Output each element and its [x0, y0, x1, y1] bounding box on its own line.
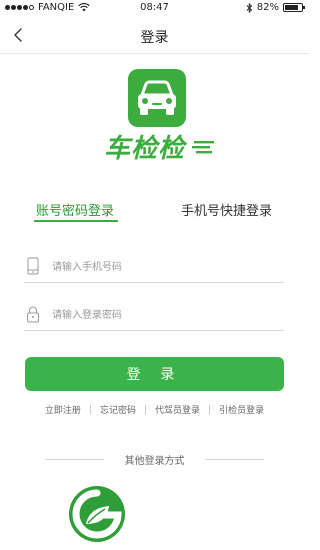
link-separator: | — [88, 404, 92, 415]
battery-icon — [283, 3, 305, 12]
page-title: 登录 — [140, 30, 169, 46]
battery-level-fill — [285, 5, 299, 10]
app-name: 车检检 — [104, 134, 186, 164]
other-login-divider: 其他登录方式 — [0, 452, 309, 467]
tab-account-password-login[interactable]: 账号密码登录 — [36, 200, 114, 219]
password-field — [24, 301, 284, 331]
forgot-password-link[interactable]: 忘记密码 — [95, 403, 141, 416]
login-button[interactable]: 登 录 — [25, 357, 284, 391]
phone-input[interactable] — [52, 257, 280, 277]
bluetooth-icon — [246, 2, 252, 13]
lock-icon — [27, 306, 39, 323]
app-logo-icon — [128, 69, 186, 127]
status-bar: FANQIE 08:47 82% — [0, 0, 309, 16]
divider-line-right — [206, 459, 264, 460]
link-separator: | — [143, 404, 148, 415]
register-link[interactable]: 立即注册 — [40, 403, 86, 416]
nav-bar: 登录 — [0, 18, 309, 54]
driver-login-link[interactable]: 代驾员登录 — [150, 403, 205, 416]
app-name-logo: 车检检 — [104, 128, 216, 164]
speed-lines-icon — [192, 141, 214, 154]
phone-icon — [27, 257, 39, 275]
inspector-login-link[interactable]: 引检员登录 — [214, 403, 269, 416]
status-right: 82% — [246, 2, 305, 13]
tab-phone-quick-login[interactable]: 手机号快捷登录 — [181, 200, 272, 219]
secondary-links: 立即注册 | 忘记密码 | 代驾员登录 | 引检员登录 — [0, 403, 309, 417]
phone-field — [24, 253, 284, 283]
link-separator: | — [208, 404, 212, 415]
password-input[interactable] — [52, 305, 280, 325]
battery-percent: 82% — [256, 2, 279, 13]
third-party-login-icon[interactable] — [67, 484, 127, 544]
active-tab-indicator — [34, 220, 118, 222]
